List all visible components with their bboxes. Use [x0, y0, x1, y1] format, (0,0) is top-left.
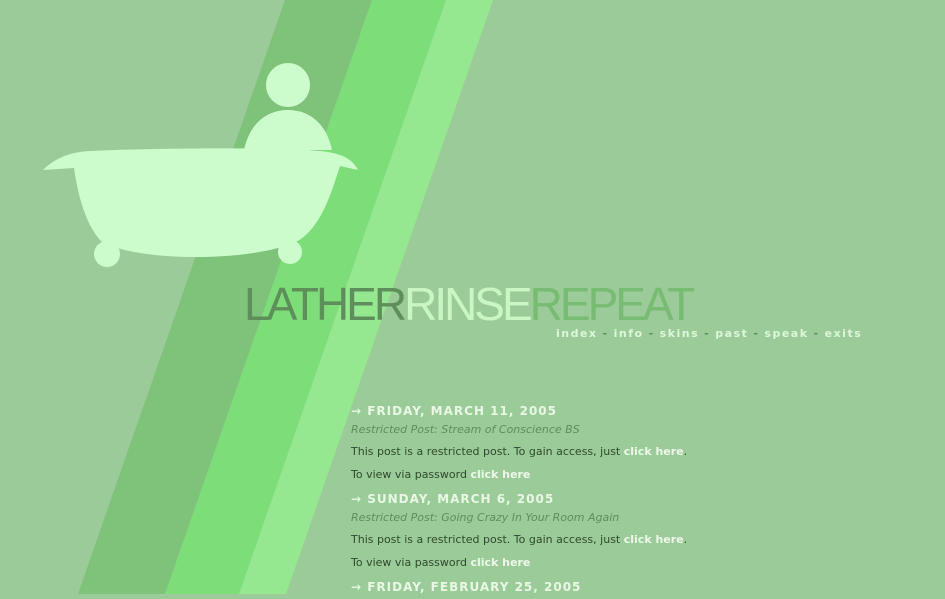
password-link[interactable]: click here	[470, 468, 530, 481]
nav-exits[interactable]: exits	[825, 327, 863, 340]
post: → FRIDAY, FEBRUARY 25, 2005	[351, 579, 911, 599]
nav-separator: -	[648, 327, 655, 340]
post-password-message: To view via password click here	[351, 468, 911, 491]
post-body-suffix: .	[683, 533, 688, 546]
site-logo[interactable]: LATHERRINSEREPEAT	[244, 278, 696, 330]
post-body-text: This post is a restricted post. To gain …	[351, 533, 624, 546]
post: → SUNDAY, MARCH 6, 2005 Restricted Post:…	[351, 491, 911, 579]
post-list: → FRIDAY, MARCH 11, 2005 Restricted Post…	[351, 403, 911, 599]
nav-separator: -	[813, 327, 820, 340]
post: → FRIDAY, MARCH 11, 2005 Restricted Post…	[351, 403, 911, 491]
post-restricted-message: This post is a restricted post. To gain …	[351, 445, 911, 468]
post-password-message: To view via password click here	[351, 556, 911, 579]
main-nav: index - info - skins - past - speak - exits	[556, 327, 862, 340]
password-link[interactable]: click here	[470, 556, 530, 569]
post-body-text: This post is a restricted post. To gain …	[351, 445, 624, 458]
post-title: Restricted Post: Going Crazy In Your Roo…	[351, 511, 620, 524]
nav-separator: -	[704, 327, 711, 340]
access-link[interactable]: click here	[624, 445, 684, 458]
post-date: → SUNDAY, MARCH 6, 2005	[351, 492, 555, 506]
access-link[interactable]: click here	[624, 533, 684, 546]
nav-skins[interactable]: skins	[660, 327, 700, 340]
nav-separator: -	[753, 327, 760, 340]
nav-speak[interactable]: speak	[764, 327, 808, 340]
post-date: → FRIDAY, MARCH 11, 2005	[351, 404, 558, 418]
logo-rinse: RINSE	[404, 278, 533, 330]
nav-separator: -	[602, 327, 609, 340]
logo-lather: LATHER	[244, 278, 407, 330]
password-text: To view via password	[351, 468, 471, 481]
nav-past[interactable]: past	[715, 327, 748, 340]
nav-index[interactable]: index	[556, 327, 598, 340]
password-text: To view via password	[351, 556, 471, 569]
post-body-suffix: .	[683, 445, 688, 458]
post-restricted-message: This post is a restricted post. To gain …	[351, 533, 911, 556]
post-title: Restricted Post: Stream of Conscience BS	[351, 423, 580, 436]
post-date: → FRIDAY, FEBRUARY 25, 2005	[351, 580, 582, 594]
logo-repeat: REPEAT	[529, 278, 696, 330]
nav-info[interactable]: info	[614, 327, 644, 340]
